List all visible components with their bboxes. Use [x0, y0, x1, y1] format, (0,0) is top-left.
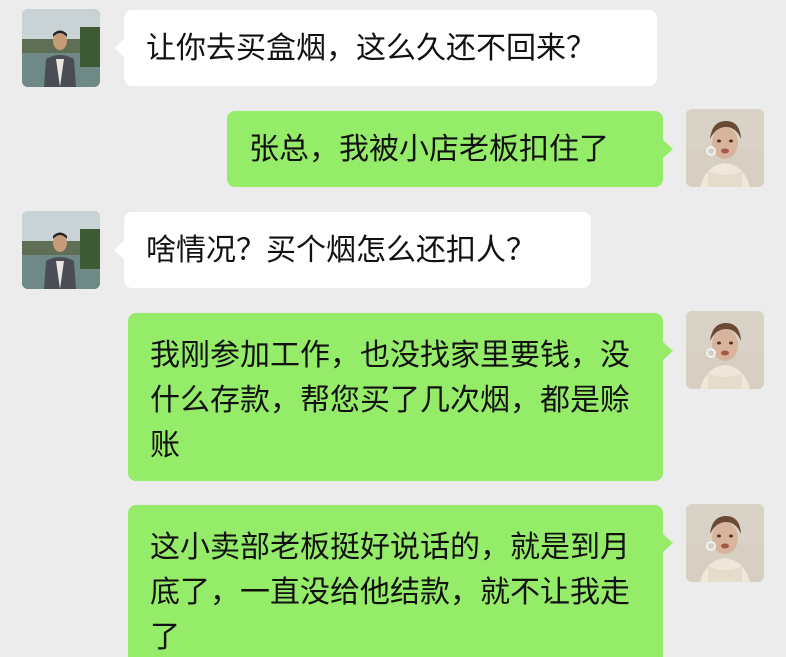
message-bubble-outgoing[interactable]: 这小卖部老板挺好说话的，就是到月底了，一直没给他结款，就不让我走了: [128, 505, 673, 657]
avatar-photo: [686, 504, 764, 582]
avatar-photo: [22, 211, 100, 289]
message-bubble-outgoing[interactable]: 我刚参加工作，也没找家里要钱，没什么存款，帮您买了几次烟，都是赊账: [128, 313, 673, 481]
message-text: 让你去买盒烟，这么久还不回来？: [146, 31, 596, 66]
avatar-photo: [686, 109, 764, 187]
bubble-tail: [662, 341, 673, 361]
chat-message-list[interactable]: 让你去买盒烟，这么久还不回来？ 张总，我被小店老板扣住了 啥情况？买个烟怎么还扣…: [0, 0, 786, 657]
man-in-suit-avatar[interactable]: [22, 9, 100, 87]
message-text: 我刚参加工作，也没找家里要钱，没什么存款，帮您买了几次烟，都是赊账: [150, 338, 630, 463]
woman-avatar[interactable]: [686, 109, 764, 187]
message-text: 这小卖部老板挺好说话的，就是到月底了，一直没给他结款，就不让我走了: [150, 530, 630, 655]
message-bubble-outgoing[interactable]: 张总，我被小店老板扣住了: [227, 111, 673, 187]
message-text: 张总，我被小店老板扣住了: [249, 132, 609, 167]
avatar-photo: [686, 311, 764, 389]
man-in-suit-avatar[interactable]: [22, 211, 100, 289]
avatar-photo: [22, 9, 100, 87]
bubble-tail: [114, 240, 125, 260]
message-text: 啥情况？买个烟怎么还扣人？: [146, 233, 536, 268]
bubble-tail: [662, 533, 673, 553]
woman-avatar[interactable]: [686, 504, 764, 582]
message-bubble-incoming[interactable]: 让你去买盒烟，这么久还不回来？: [114, 10, 657, 86]
woman-avatar[interactable]: [686, 311, 764, 389]
message-bubble-incoming[interactable]: 啥情况？买个烟怎么还扣人？: [114, 212, 591, 288]
bubble-tail: [662, 139, 673, 159]
bubble-tail: [114, 38, 125, 58]
